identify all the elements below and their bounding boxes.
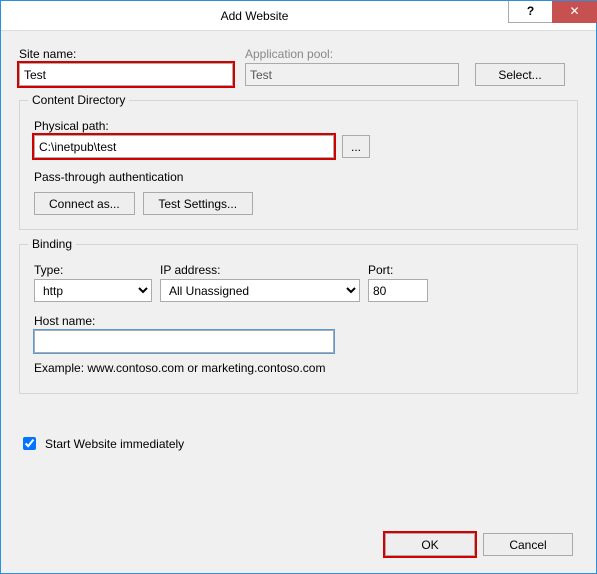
window-title: Add Website <box>1 9 508 23</box>
start-immediately-label: Start Website immediately <box>45 437 184 451</box>
binding-title: Binding <box>28 237 76 251</box>
site-name-label: Site name: <box>19 47 233 61</box>
physical-path-input[interactable] <box>34 135 334 158</box>
host-example-text: Example: www.contoso.com or marketing.co… <box>34 361 563 375</box>
close-icon: ✕ <box>569 4 579 18</box>
passthru-label: Pass-through authentication <box>34 170 563 184</box>
content-directory-group: Content Directory Physical path: ... Pas… <box>19 100 578 230</box>
dialog-content: Site name: Application pool: Select... C… <box>1 31 596 463</box>
select-app-pool-button[interactable]: Select... <box>475 63 565 86</box>
app-pool-input <box>245 63 459 86</box>
port-input[interactable] <box>368 279 428 302</box>
start-immediately-checkbox[interactable] <box>23 437 36 450</box>
physical-path-label: Physical path: <box>34 119 109 133</box>
type-select[interactable]: http <box>34 279 152 302</box>
browse-path-button[interactable]: ... <box>342 135 370 158</box>
titlebar: Add Website ? ✕ <box>1 1 596 31</box>
help-button[interactable]: ? <box>508 1 553 23</box>
ip-select[interactable]: All Unassigned <box>160 279 360 302</box>
site-name-input[interactable] <box>19 63 233 86</box>
connect-as-button[interactable]: Connect as... <box>34 192 135 215</box>
add-website-dialog: Add Website ? ✕ Site name: Application p… <box>0 0 597 574</box>
cancel-button[interactable]: Cancel <box>483 533 573 556</box>
content-directory-title: Content Directory <box>28 93 129 107</box>
type-label: Type: <box>34 263 152 277</box>
ok-button[interactable]: OK <box>385 533 475 556</box>
test-settings-button[interactable]: Test Settings... <box>143 192 253 215</box>
ip-label: IP address: <box>160 263 360 277</box>
port-label: Port: <box>368 263 428 277</box>
host-name-label: Host name: <box>34 314 563 328</box>
close-button[interactable]: ✕ <box>552 1 597 23</box>
binding-group: Binding Type: http IP address: All Unass… <box>19 244 578 394</box>
host-name-input[interactable] <box>34 330 334 353</box>
question-icon: ? <box>527 4 534 18</box>
app-pool-label: Application pool: <box>245 47 565 61</box>
